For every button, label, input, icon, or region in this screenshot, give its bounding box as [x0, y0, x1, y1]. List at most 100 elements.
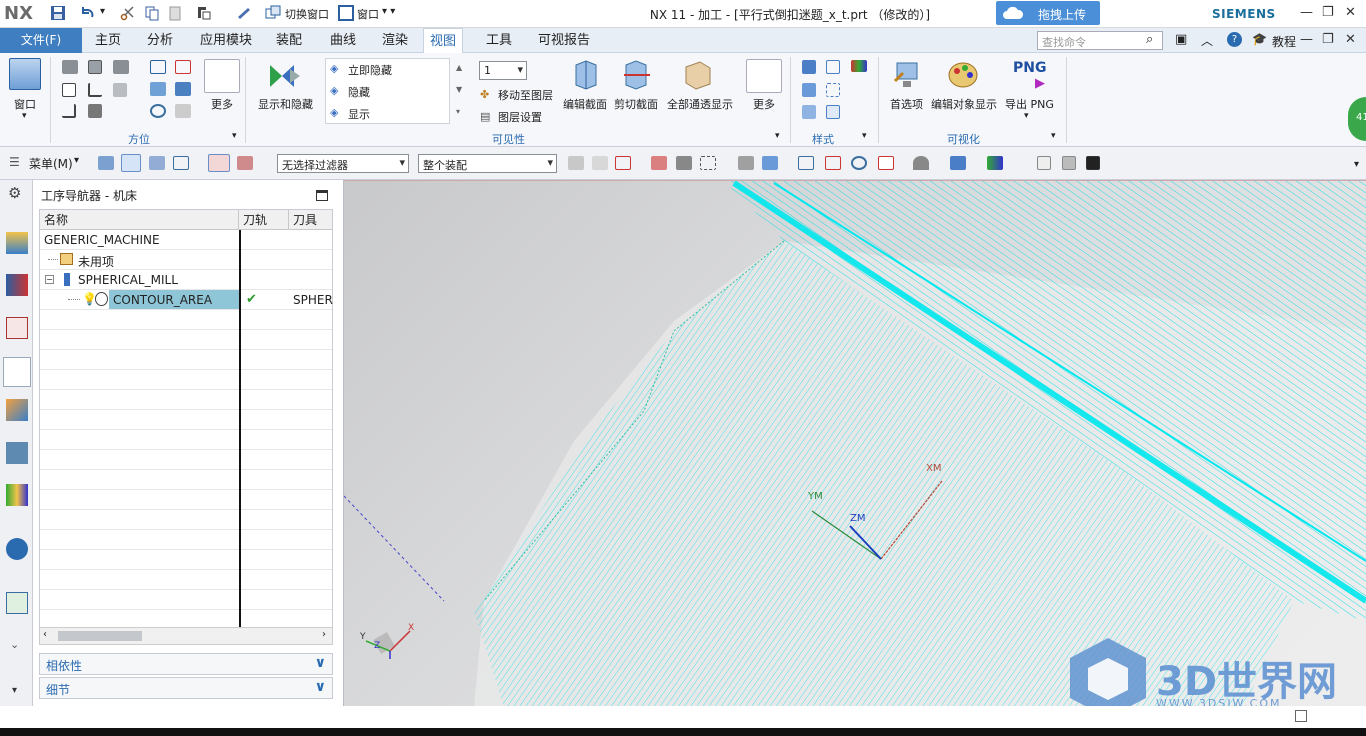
window-icon[interactable]	[9, 58, 41, 90]
selection-icon[interactable]	[196, 5, 212, 21]
hidden-edges-icon[interactable]	[826, 83, 840, 97]
toolbar-overflow-icon[interactable]: ▾	[1354, 159, 1359, 170]
dependencies-section[interactable]: 相依性 ∨	[39, 653, 333, 675]
shaded-view-icon[interactable]	[950, 156, 966, 170]
view-bottom-icon[interactable]	[88, 104, 102, 118]
rail-scroll-icon[interactable]: ⌄	[10, 638, 19, 651]
view-iso-icon[interactable]	[62, 60, 78, 74]
show-button[interactable]: 显示	[348, 106, 370, 122]
graphics-window[interactable]: XM YM ZM X Y Z 3D世界网 WWW.3DSJW.COM	[344, 180, 1366, 706]
table-row[interactable]: − SPHERICAL_MILL	[40, 270, 332, 290]
details-section[interactable]: 细节 ∨	[39, 677, 333, 699]
column-name[interactable]: 名称	[40, 210, 239, 230]
tab-view[interactable]: 视图	[423, 28, 464, 53]
rail-expand-icon[interactable]: ▾	[12, 685, 17, 696]
visibility-expand-icon[interactable]: ▾	[775, 131, 780, 141]
export-png-button[interactable]: 导出 PNG	[1005, 96, 1054, 112]
snap-point-icon[interactable]	[568, 156, 584, 170]
paste-icon[interactable]	[167, 5, 183, 21]
point-icon[interactable]	[615, 156, 631, 170]
operation-navigator-icon[interactable]	[3, 357, 31, 387]
show-hide-icon[interactable]	[268, 61, 302, 91]
switch-window-icon[interactable]	[265, 5, 281, 21]
tab-visual-report[interactable]: 可视报告	[532, 28, 596, 53]
assembly-navigator-icon[interactable]	[6, 232, 28, 254]
window-dropdown-icon[interactable]: ▾ ▾	[382, 6, 395, 17]
background-dark-icon[interactable]	[1086, 156, 1100, 170]
select-mode-icon[interactable]	[208, 154, 230, 172]
role-library-icon[interactable]	[6, 484, 28, 506]
web-browser-icon[interactable]	[6, 592, 28, 614]
shaded-icon[interactable]	[802, 60, 816, 74]
type-filter-select[interactable]: 无选择过滤器	[277, 154, 409, 173]
table-row-selected[interactable]: 💡 CONTOUR_AREA ✔ SPHER	[40, 290, 333, 310]
window-button[interactable]: 窗口	[14, 96, 36, 112]
switch-window-label[interactable]: 切换窗口	[285, 6, 329, 22]
select-all-icon[interactable]	[237, 156, 253, 170]
file-menu[interactable]: 文件(F)	[0, 28, 82, 53]
midpoint-icon[interactable]	[676, 156, 692, 170]
view-right-icon[interactable]	[113, 83, 127, 97]
tab-curve[interactable]: 曲线	[324, 28, 362, 53]
notification-badge[interactable]: 41	[1348, 97, 1366, 141]
scroll-thumb[interactable]	[58, 631, 142, 641]
view-back-icon[interactable]	[62, 104, 76, 118]
tab-assembly[interactable]: 装配	[270, 28, 308, 53]
preferences-button[interactable]: 首选项	[890, 96, 923, 112]
rotate-view-icon[interactable]	[851, 156, 867, 170]
tab-analysis[interactable]: 分析	[141, 28, 179, 53]
tab-application[interactable]: 应用模块	[194, 28, 258, 53]
table-row[interactable]: GENERIC_MACHINE	[40, 230, 332, 250]
style-expand-icon[interactable]: ▾	[862, 131, 867, 141]
search-icon[interactable]: ⌕	[1146, 32, 1153, 47]
tab-tools[interactable]: 工具	[480, 28, 518, 53]
brush-icon[interactable]	[175, 82, 191, 96]
maximize-panel-icon[interactable]	[316, 190, 328, 201]
orient-view-icon[interactable]	[878, 156, 894, 170]
studio-icon[interactable]	[802, 105, 816, 119]
machine-tool-icon[interactable]	[6, 399, 28, 421]
scroll-left-icon[interactable]: ‹	[43, 629, 47, 640]
view-trimetric-icon[interactable]	[113, 60, 129, 74]
menu-dropdown-icon[interactable]: ▾	[74, 155, 79, 166]
shaded-edges-icon[interactable]	[802, 83, 816, 97]
preferences-icon[interactable]	[891, 59, 923, 91]
scope-select[interactable]: 整个装配	[418, 154, 557, 173]
close-icon[interactable]: ✕	[1345, 5, 1356, 20]
zoom-view-icon[interactable]	[825, 156, 841, 170]
edit-section-icon[interactable]	[572, 59, 602, 91]
layer-select[interactable]: 1	[479, 61, 527, 80]
rotate-icon[interactable]	[150, 104, 166, 118]
export-dropdown-icon[interactable]: ▾	[1024, 111, 1029, 121]
status-toggle-icon[interactable]	[1295, 710, 1307, 722]
work-layer-icon[interactable]	[987, 156, 1003, 170]
endpoint-icon[interactable]	[651, 156, 667, 170]
cube-icon[interactable]	[762, 156, 778, 170]
restore-icon[interactable]: ❐	[1322, 5, 1334, 20]
column-toolpath[interactable]: 刀轨	[239, 210, 289, 230]
move-to-layer-button[interactable]: 移动至图层	[498, 87, 553, 103]
view-top-icon[interactable]	[88, 60, 102, 74]
list-icon[interactable]	[173, 156, 189, 170]
copy-icon[interactable]	[144, 5, 160, 21]
scroll-right-icon[interactable]: ›	[322, 629, 326, 640]
color-icon[interactable]	[851, 60, 867, 72]
restore-view-icon[interactable]	[175, 104, 191, 118]
fit-view-icon[interactable]	[798, 156, 814, 170]
partial-shade-icon[interactable]	[826, 105, 840, 119]
reuse-library-icon[interactable]	[6, 442, 28, 464]
column-tool[interactable]: 刀具	[289, 210, 332, 230]
edit-display-button[interactable]: 编辑对象显示	[931, 96, 997, 112]
cut-icon[interactable]	[120, 5, 136, 21]
box-select-icon[interactable]	[700, 156, 716, 170]
filter-icon[interactable]	[149, 156, 165, 170]
doc-minimize-icon[interactable]: —	[1300, 32, 1313, 47]
command-search-input[interactable]: 查找命令	[1037, 31, 1163, 50]
undo-dropdown-icon[interactable]: ▾	[100, 6, 105, 17]
render-style-icon[interactable]	[913, 156, 929, 170]
view-left-icon[interactable]	[88, 83, 102, 97]
undo-icon[interactable]	[80, 5, 96, 21]
gear-icon[interactable]: ⚙	[8, 184, 21, 202]
doc-close-icon[interactable]: ✕	[1345, 32, 1356, 47]
show-hide-button[interactable]: 显示和隐藏	[258, 96, 313, 112]
